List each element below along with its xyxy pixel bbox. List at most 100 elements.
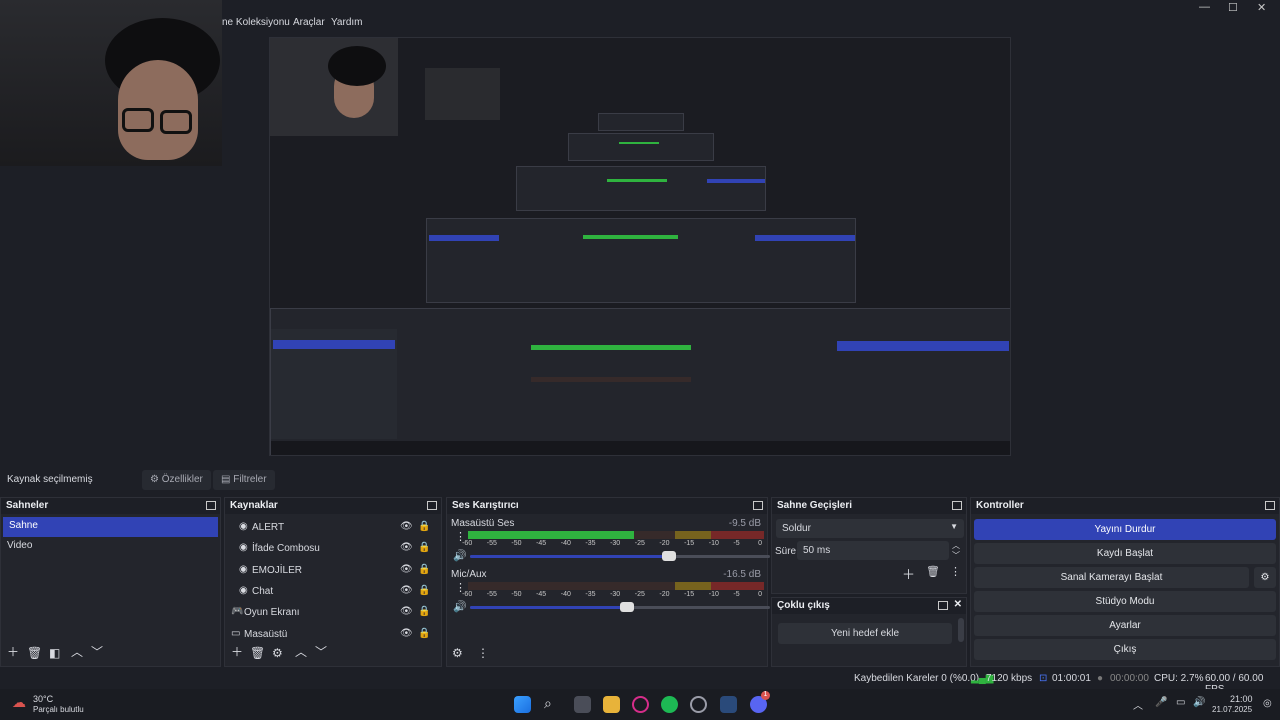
maximize-button[interactable]: ☐ bbox=[1228, 1, 1238, 14]
mixer-title: Ses Karıştırıcı bbox=[452, 500, 519, 511]
volume-slider[interactable] bbox=[470, 551, 770, 561]
menu-scene-collection[interactable]: ne Koleksiyonu bbox=[222, 17, 290, 28]
add-target-button[interactable]: Yeni hedef ekle bbox=[778, 623, 952, 644]
scene-filter-icon[interactable]: ◧ bbox=[49, 646, 60, 660]
source-label: Chat bbox=[252, 585, 274, 597]
search-icon[interactable]: ⌕ bbox=[544, 695, 552, 712]
settings-button[interactable]: Ayarlar bbox=[974, 615, 1276, 636]
add-transition-icon[interactable]: ＋ bbox=[902, 564, 915, 583]
mute-icon[interactable]: 🔊 bbox=[453, 600, 467, 613]
lock-icon[interactable]: 🔒 bbox=[418, 564, 430, 575]
undock-icon[interactable] bbox=[938, 601, 948, 610]
browser-icon[interactable] bbox=[632, 696, 649, 713]
transitions-dock: Sahne Geçişleri Soldur ▼ Süre 50 ms ︿ ﹀ ＋… bbox=[771, 497, 967, 594]
tray-chevron-icon[interactable]: ︿ bbox=[1133, 697, 1143, 712]
start-icon[interactable] bbox=[514, 696, 531, 713]
visibility-icon[interactable]: 👁 bbox=[400, 542, 413, 553]
mixer-menu-icon[interactable]: ⋮ bbox=[477, 646, 489, 660]
transition-select[interactable]: Soldur ▼ bbox=[776, 519, 964, 538]
undock-icon[interactable] bbox=[206, 501, 216, 510]
obs-icon[interactable] bbox=[690, 696, 707, 713]
volume-icon[interactable]: 🔊 bbox=[1193, 697, 1205, 708]
exit-button[interactable]: Çıkış bbox=[974, 639, 1276, 660]
volume-fill bbox=[470, 555, 668, 558]
remove-source-icon[interactable]: 🗑 bbox=[250, 646, 265, 660]
source-item[interactable]: ◉ EMOJİLER 👁 🔒 bbox=[225, 561, 441, 581]
visibility-icon[interactable]: 👁 bbox=[400, 606, 413, 617]
network-icon[interactable]: ▭ bbox=[1176, 697, 1185, 708]
source-item[interactable]: ◉ Chat 👁 🔒 bbox=[225, 582, 441, 602]
weather-text: Parçalı bulutlu bbox=[33, 705, 84, 714]
properties-button[interactable]: ⚙ Özellikler bbox=[142, 470, 211, 490]
scene-label: Sahne bbox=[9, 520, 38, 531]
scene-label: Video bbox=[7, 540, 33, 551]
undock-icon[interactable] bbox=[427, 501, 437, 510]
studio-mode-button[interactable]: Stüdyo Modu bbox=[974, 591, 1276, 612]
lock-icon[interactable]: 🔒 bbox=[418, 606, 430, 617]
start-recording-button[interactable]: Kaydı Başlat bbox=[974, 543, 1276, 564]
source-item[interactable]: ◉ İfade Combosu 👁 🔒 bbox=[225, 539, 441, 559]
scale-tick: -10 bbox=[708, 591, 719, 598]
source-label: EMOJİLER bbox=[252, 564, 303, 576]
source-label: Oyun Ekranı bbox=[244, 607, 300, 619]
source-item[interactable]: ◉ ALERT 👁 🔒 bbox=[225, 518, 441, 538]
undock-icon[interactable] bbox=[753, 501, 763, 510]
menu-tools[interactable]: Araçlar bbox=[293, 17, 325, 28]
move-up-icon[interactable]: ︿ bbox=[71, 643, 83, 660]
remove-scene-icon[interactable]: 🗑 bbox=[27, 646, 42, 660]
stop-stream-button[interactable]: Yayını Durdur bbox=[974, 519, 1276, 540]
scene-item[interactable]: Video bbox=[1, 537, 220, 557]
volume-slider[interactable] bbox=[470, 602, 770, 612]
remove-transition-icon[interactable]: 🗑 bbox=[926, 565, 940, 578]
visibility-icon[interactable]: 👁 bbox=[400, 564, 413, 575]
lock-icon[interactable]: 🔒 bbox=[418, 521, 430, 532]
mute-icon[interactable]: 🔊 bbox=[453, 549, 467, 562]
volume-knob[interactable] bbox=[620, 602, 634, 612]
source-item[interactable]: 🎮 Oyun Ekranı 👁 🔒 bbox=[225, 603, 441, 623]
move-down-icon[interactable]: ﹀ bbox=[91, 643, 103, 660]
transition-menu-icon[interactable]: ⋮ bbox=[950, 565, 961, 578]
close-button[interactable]: ✕ bbox=[1257, 1, 1266, 14]
start-virtual-camera-button[interactable]: Sanal Kamerayı Başlat bbox=[974, 567, 1249, 588]
steam-icon[interactable] bbox=[720, 696, 737, 713]
visibility-icon[interactable]: 👁 bbox=[400, 585, 413, 596]
globe-icon: ◉ bbox=[239, 563, 248, 575]
volume-knob[interactable] bbox=[662, 551, 676, 561]
task-view-icon[interactable] bbox=[574, 696, 591, 713]
mixer-settings-icon[interactable]: ⚙ bbox=[452, 646, 463, 660]
file-explorer-icon[interactable] bbox=[603, 696, 620, 713]
filters-button[interactable]: ▤ Filtreler bbox=[213, 470, 275, 490]
visibility-icon[interactable]: 👁 bbox=[400, 628, 413, 639]
source-toolbar: Kaynak seçilmemiş ⚙ Özellikler ▤ Filtrel… bbox=[0, 468, 1280, 492]
monitor-icon: ▭ bbox=[231, 627, 241, 639]
add-source-icon[interactable]: ＋ bbox=[231, 643, 243, 660]
menu-help[interactable]: Yardım bbox=[331, 17, 363, 28]
minimize-button[interactable]: — bbox=[1199, 1, 1210, 13]
temperature: 30°C bbox=[33, 694, 54, 704]
source-settings-icon[interactable]: ⚙ bbox=[272, 646, 283, 660]
lock-icon[interactable]: 🔒 bbox=[418, 628, 430, 639]
undock-icon[interactable] bbox=[952, 501, 962, 510]
lock-icon[interactable]: 🔒 bbox=[418, 585, 430, 596]
notifications-icon[interactable]: ◎ bbox=[1263, 698, 1272, 709]
scrollbar[interactable] bbox=[958, 618, 964, 642]
transition-value: Soldur bbox=[782, 523, 811, 534]
move-down-icon[interactable]: ﹀ bbox=[315, 643, 327, 660]
add-scene-icon[interactable]: ＋ bbox=[7, 643, 19, 660]
scene-item[interactable]: Sahne bbox=[3, 517, 218, 537]
undock-icon[interactable] bbox=[1265, 501, 1275, 510]
preview-canvas[interactable] bbox=[269, 37, 1011, 456]
spotify-icon[interactable] bbox=[661, 696, 678, 713]
visibility-icon[interactable]: 👁 bbox=[400, 521, 413, 532]
microphone-icon[interactable]: 🎤 bbox=[1155, 697, 1167, 708]
duration-input[interactable]: 50 ms bbox=[797, 541, 949, 560]
record-time: 00:00:00 bbox=[1110, 673, 1149, 684]
spin-down-icon[interactable]: ﹀ bbox=[952, 550, 960, 561]
mixer-header: Ses Karıştırıcı bbox=[447, 498, 767, 514]
virtual-camera-settings-button[interactable]: ⚙ bbox=[1254, 567, 1276, 588]
lock-icon[interactable]: 🔒 bbox=[418, 542, 430, 553]
move-up-icon[interactable]: ︿ bbox=[295, 643, 307, 660]
close-icon[interactable]: ✕ bbox=[954, 599, 962, 610]
source-item[interactable]: ▭ Masaüstü 👁 🔒 bbox=[225, 625, 441, 645]
stop-stream-label: Yayını Durdur bbox=[1094, 524, 1156, 535]
